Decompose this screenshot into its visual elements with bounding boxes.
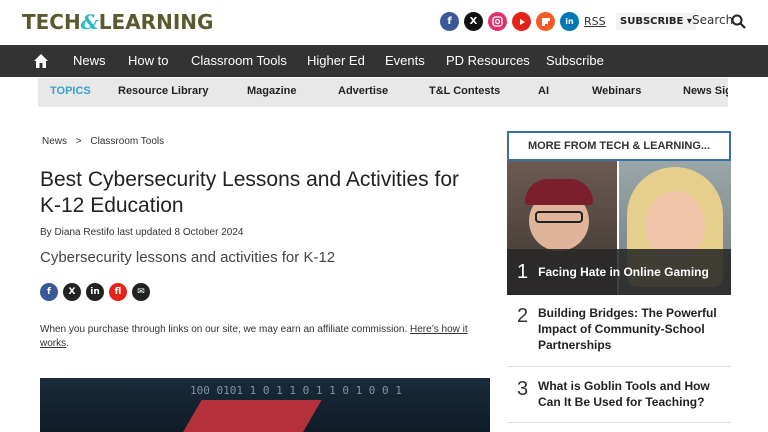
- sidebar-divider: [507, 366, 731, 367]
- topics-bar: TOPICS Resource Library Magazine Adverti…: [38, 78, 728, 107]
- nav-higher-ed[interactable]: Higher Ed: [307, 53, 365, 68]
- article-title: Best Cybersecurity Lessons and Activitie…: [40, 168, 460, 217]
- rss-link[interactable]: RSS: [584, 15, 606, 28]
- breadcrumb-separator: >: [75, 136, 82, 147]
- breadcrumb: News > Classroom Tools: [42, 136, 170, 147]
- sidebar-item-title[interactable]: What is Goblin Tools and How Can It Be U…: [538, 378, 728, 410]
- home-icon[interactable]: [33, 53, 49, 69]
- topic-tl-contests[interactable]: T&L Contests: [429, 85, 500, 97]
- facebook-icon[interactable]: f: [440, 12, 459, 31]
- topic-magazine[interactable]: Magazine: [247, 85, 297, 97]
- nav-subscribe[interactable]: Subscribe: [546, 53, 604, 68]
- sidebar-divider: [507, 422, 731, 423]
- share-facebook-icon[interactable]: f: [40, 283, 58, 301]
- person-hat: [525, 179, 593, 205]
- sidebar-featured-card[interactable]: 1 Facing Hate in Online Gaming: [507, 161, 731, 295]
- hero-binary-text: 100 0101 1 0 1 1 0 1 1 0 1 0 0 1: [190, 384, 402, 397]
- logo-text-tech: TECH: [22, 10, 81, 34]
- logo-ampersand: &: [80, 10, 99, 34]
- breadcrumb-news[interactable]: News: [42, 136, 67, 147]
- sidebar-item-title[interactable]: Building Bridges: The Powerful Impact of…: [538, 305, 728, 353]
- hero-image: 100 0101 1 0 1 1 0 1 1 0 1 0 0 1: [40, 378, 490, 432]
- logo-text-learning: LEARNING: [98, 10, 214, 34]
- share-email-icon[interactable]: ✉: [132, 283, 150, 301]
- topic-webinars[interactable]: Webinars: [592, 85, 641, 97]
- sidebar-item-number: 3: [517, 378, 529, 400]
- featured-caption: 1 Facing Hate in Online Gaming: [507, 249, 731, 295]
- article-byline: By Diana Restifo last updated 8 October …: [40, 227, 244, 238]
- person-glasses: [535, 211, 583, 223]
- article-subtitle: Cybersecurity lessons and activities for…: [40, 249, 336, 266]
- nav-news[interactable]: News: [73, 53, 106, 68]
- site-logo[interactable]: TECH&LEARNING: [22, 10, 213, 34]
- sidebar-item[interactable]: 2 Building Bridges: The Powerful Impact …: [507, 305, 731, 353]
- topic-news-sig[interactable]: News Sig: [683, 85, 728, 97]
- linkedin-icon[interactable]: in: [560, 12, 579, 31]
- share-flipboard-icon[interactable]: fl: [109, 283, 127, 301]
- sidebar-item-number: 2: [517, 305, 529, 327]
- affiliate-period: .: [66, 338, 69, 349]
- featured-number: 1: [517, 260, 529, 283]
- affiliate-text: When you purchase through links on our s…: [40, 324, 408, 335]
- share-linkedin-icon[interactable]: in: [86, 283, 104, 301]
- search-icon[interactable]: [731, 14, 746, 29]
- share-buttons: f X in fl ✉: [40, 283, 150, 301]
- nav-pd-resources[interactable]: PD Resources: [446, 53, 530, 68]
- breadcrumb-classroom-tools[interactable]: Classroom Tools: [90, 136, 164, 147]
- youtube-icon[interactable]: [512, 12, 531, 31]
- flipboard-icon[interactable]: [536, 12, 555, 31]
- main-nav: News How to Classroom Tools Higher Ed Ev…: [0, 45, 768, 77]
- topics-label: TOPICS: [50, 85, 91, 97]
- topic-resource-library[interactable]: Resource Library: [118, 85, 208, 97]
- search-label[interactable]: Search: [692, 13, 733, 27]
- affiliate-disclosure: When you purchase through links on our s…: [40, 323, 490, 351]
- hero-red-block: [178, 400, 322, 432]
- site-header: TECH&LEARNING f X in RSS SUBSCRIBE ▾ Sea…: [0, 0, 768, 45]
- x-icon[interactable]: X: [464, 12, 483, 31]
- share-x-icon[interactable]: X: [63, 283, 81, 301]
- sidebar-heading: MORE FROM TECH & LEARNING...: [507, 131, 731, 161]
- featured-title[interactable]: Facing Hate in Online Gaming: [538, 265, 709, 279]
- social-links: f X in: [440, 12, 579, 31]
- sidebar-item[interactable]: 3 What is Goblin Tools and How Can It Be…: [507, 378, 731, 410]
- nav-classroom-tools[interactable]: Classroom Tools: [191, 53, 287, 68]
- topic-advertise[interactable]: Advertise: [338, 85, 388, 97]
- topic-ai[interactable]: AI: [538, 85, 549, 97]
- subscribe-dropdown[interactable]: SUBSCRIBE ▾: [616, 13, 696, 30]
- nav-how-to[interactable]: How to: [128, 53, 168, 68]
- instagram-icon[interactable]: [488, 12, 507, 31]
- nav-events[interactable]: Events: [385, 53, 425, 68]
